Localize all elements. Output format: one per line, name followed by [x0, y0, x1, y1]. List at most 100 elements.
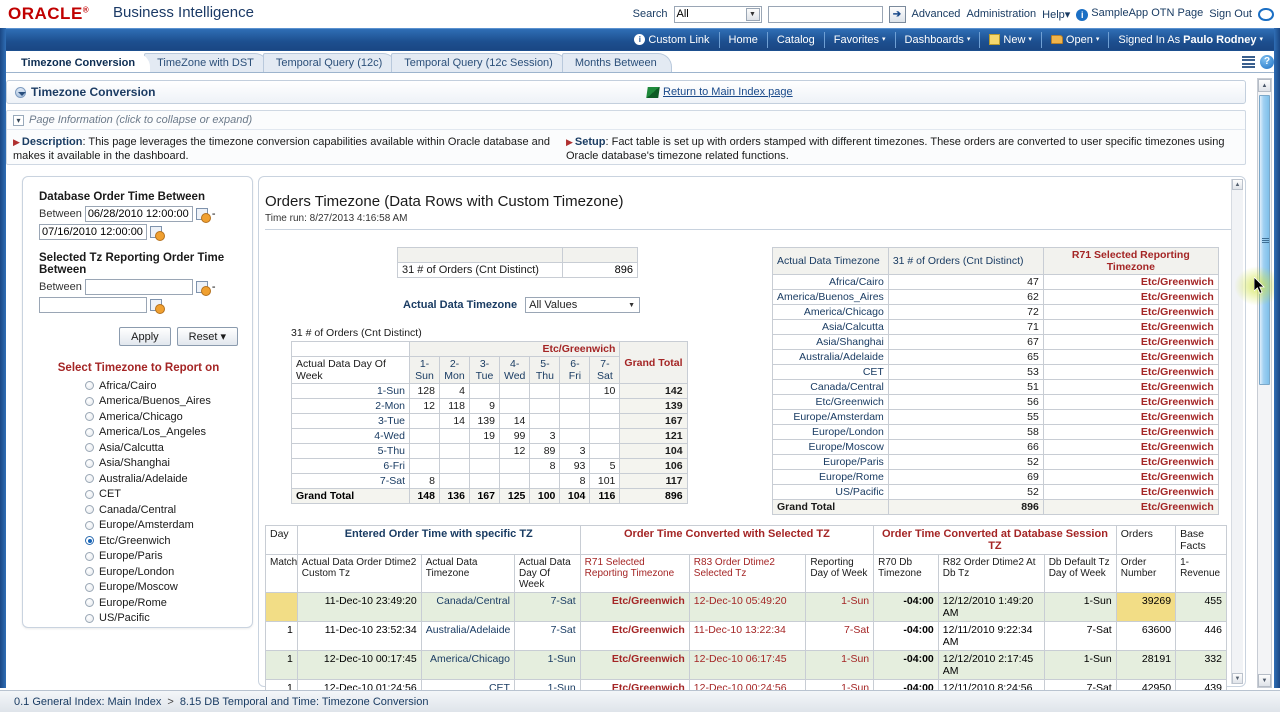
radio-icon[interactable] — [85, 613, 94, 623]
radio-icon[interactable] — [85, 458, 94, 468]
radio-etc-greenwich[interactable]: Etc/Greenwich — [85, 533, 238, 549]
calendar-icon[interactable] — [150, 225, 165, 241]
return-to-index-link[interactable]: Return to Main Index page — [663, 86, 793, 98]
calendar-icon[interactable] — [195, 207, 211, 223]
radio-icon[interactable] — [85, 427, 94, 437]
radio-icon[interactable] — [85, 520, 94, 530]
radio-icon[interactable] — [85, 582, 94, 592]
chat-bubble-icon[interactable] — [1258, 7, 1274, 21]
page-scrollbar[interactable]: ▲ ▼ — [1257, 78, 1272, 688]
col-header-order-dtime-selected-tz[interactable]: R83 Order Dtime2 Selected Tz — [688, 554, 807, 593]
col-header-actual-data-day-of-week[interactable]: Actual Data Day Of Week — [513, 554, 581, 593]
radio-icon[interactable] — [85, 505, 94, 515]
radio-asia-calcutta[interactable]: Asia/Calcutta — [85, 440, 238, 456]
scroll-up-icon[interactable]: ▲ — [1232, 179, 1243, 190]
radio-america-los-angeles[interactable]: America/Los_Angeles — [85, 425, 238, 441]
nav-item-new[interactable]: New ▾ — [980, 31, 1042, 48]
tz-order-from-input[interactable] — [84, 279, 193, 295]
chevron-down-icon[interactable]: ▼ — [628, 302, 635, 309]
otn-page-link[interactable]: i SampleApp OTN Page — [1076, 7, 1203, 21]
radio-europe-paris[interactable]: Europe/Paris — [85, 549, 238, 565]
radio-icon[interactable] — [85, 567, 94, 577]
radio-europe-rome[interactable]: Europe/Rome — [85, 595, 238, 611]
advanced-link[interactable]: Advanced — [912, 8, 961, 20]
expand-collapse-icon[interactable]: ▾ — [13, 114, 24, 126]
col-header-reporting-day-of-week[interactable]: Reporting Day of Week — [805, 554, 875, 593]
nav-item-label: Open — [1065, 33, 1093, 46]
chevron-down-icon[interactable]: ▼ — [745, 7, 760, 21]
radio-icon[interactable] — [85, 443, 94, 453]
radio-icon[interactable] — [85, 474, 94, 484]
nav-item-catalog[interactable]: Catalog — [768, 31, 825, 48]
reset-button[interactable]: Reset ▾ — [176, 327, 238, 346]
radio-icon[interactable] — [85, 396, 94, 406]
scrollbar-thumb[interactable] — [1259, 95, 1270, 385]
apply-button[interactable]: Apply — [119, 327, 171, 346]
tz-order-to-input[interactable] — [39, 297, 147, 313]
radio-icon[interactable] — [85, 551, 94, 561]
radio-icon[interactable] — [85, 489, 94, 499]
col-header-db-timezone[interactable]: R70 Db Timezone — [873, 554, 939, 593]
signed-in-user: Paulo Rodney — [1183, 33, 1257, 46]
col-header-db-default-tz-day-of-week[interactable]: Db Default Tz Day of Week — [1043, 554, 1117, 593]
report-scrollbar[interactable]: ▲ ▼ — [1231, 179, 1243, 684]
nav-item-home[interactable]: Home — [720, 31, 768, 48]
table-row: US/Pacific 52 Etc/Greenwich — [772, 484, 1219, 500]
col-header-order-dtime-at-db-tz[interactable]: R82 Order Dtime2 At Db Tz — [937, 554, 1045, 593]
collapse-toggle-icon[interactable] — [15, 86, 26, 98]
return-to-index[interactable]: Return to Main Index page — [646, 86, 793, 98]
radio-america-buenos-aires[interactable]: America/Buenos_Aires — [85, 394, 238, 410]
scroll-down-icon[interactable]: ▼ — [1258, 674, 1271, 687]
radio-europe-london[interactable]: Europe/London — [85, 564, 238, 580]
pivot-cell: 5 — [589, 458, 621, 474]
db-order-from-input[interactable]: 06/28/2010 12:00:00 — [84, 206, 193, 222]
col-header-order-dtime-custom-tz[interactable]: Actual Data Order Dtime2 Custom Tz — [296, 554, 422, 593]
search-scope-select[interactable]: All ▼ — [673, 5, 762, 23]
radio-icon[interactable] — [85, 412, 94, 422]
radio-asia-shanghai[interactable]: Asia/Shanghai — [85, 456, 238, 472]
table-row-group-header: Day Entered Order Time with specific TZ … — [265, 525, 1227, 555]
actual-data-timezone-select[interactable]: All Values ▼ — [525, 297, 641, 313]
tab-temporal-query-12c-session[interactable]: Temporal Query (12c Session) — [391, 53, 568, 72]
search-go-button[interactable]: ➔ — [888, 5, 906, 23]
search-input[interactable] — [767, 5, 883, 23]
radio-america-chicago[interactable]: America/Chicago — [85, 409, 238, 425]
tab-months-between[interactable]: Months Between — [561, 53, 672, 72]
col-header-order-number[interactable]: Order Number — [1115, 554, 1177, 593]
breadcrumb-item-main-index[interactable]: 0.1 General Index: Main Index — [14, 696, 161, 708]
radio-canada-central[interactable]: Canada/Central — [85, 502, 238, 518]
tab-timezone-with-dst[interactable]: TimeZone with DST — [144, 53, 269, 72]
radio-icon[interactable] — [85, 598, 94, 608]
calendar-icon[interactable] — [195, 280, 211, 296]
administration-link[interactable]: Administration — [966, 8, 1036, 20]
help-icon[interactable]: ? — [1260, 55, 1274, 69]
radio-australia-adelaide[interactable]: Australia/Adelaide — [85, 471, 238, 487]
nav-item-custom-link[interactable]: i Custom Link — [625, 31, 720, 48]
nav-item-open[interactable]: Open ▾ — [1042, 31, 1110, 48]
col-header-selected-reporting-timezone[interactable]: R71 Selected Reporting Timezone — [579, 554, 690, 593]
radio-europe-amsterdam[interactable]: Europe/Amsterdam — [85, 518, 238, 534]
radio-icon-selected[interactable] — [85, 536, 94, 546]
radio-europe-moscow[interactable]: Europe/Moscow — [85, 580, 238, 596]
radio-us-pacific[interactable]: US/Pacific — [85, 611, 238, 627]
radio-africa-cairo[interactable]: Africa/Cairo — [85, 378, 238, 394]
page-options-icon[interactable] — [1242, 56, 1255, 68]
col-header-match[interactable]: Match — [265, 554, 298, 593]
db-order-to-input[interactable]: 07/16/2010 12:00:00 — [39, 224, 147, 240]
tab-timezone-conversion[interactable]: Timezone Conversion — [8, 53, 151, 72]
help-link[interactable]: Help▾ — [1042, 8, 1070, 21]
calendar-icon[interactable] — [150, 298, 165, 314]
page-information-header[interactable]: ▾ Page Information (click to collapse or… — [7, 111, 1245, 130]
nav-item-signed-in-as[interactable]: Signed In As Paulo Rodney ▾ — [1109, 32, 1272, 48]
radio-icon[interactable] — [85, 381, 94, 391]
col-header-actual-data-timezone[interactable]: Actual Data Timezone — [420, 554, 515, 593]
nav-item-favorites[interactable]: Favorites ▾ — [825, 31, 896, 48]
tab-temporal-query-12c[interactable]: Temporal Query (12c) — [262, 53, 398, 72]
col-header-revenue[interactable]: 1-Revenue — [1175, 554, 1227, 593]
sign-out-link[interactable]: Sign Out — [1209, 8, 1252, 20]
radio-cet[interactable]: CET — [85, 487, 238, 503]
scroll-up-icon[interactable]: ▲ — [1258, 79, 1271, 92]
pivot-grand-total-cell: 167 — [469, 488, 500, 504]
nav-item-dashboards[interactable]: Dashboards ▾ — [896, 31, 981, 48]
scroll-down-icon[interactable]: ▼ — [1232, 673, 1243, 684]
